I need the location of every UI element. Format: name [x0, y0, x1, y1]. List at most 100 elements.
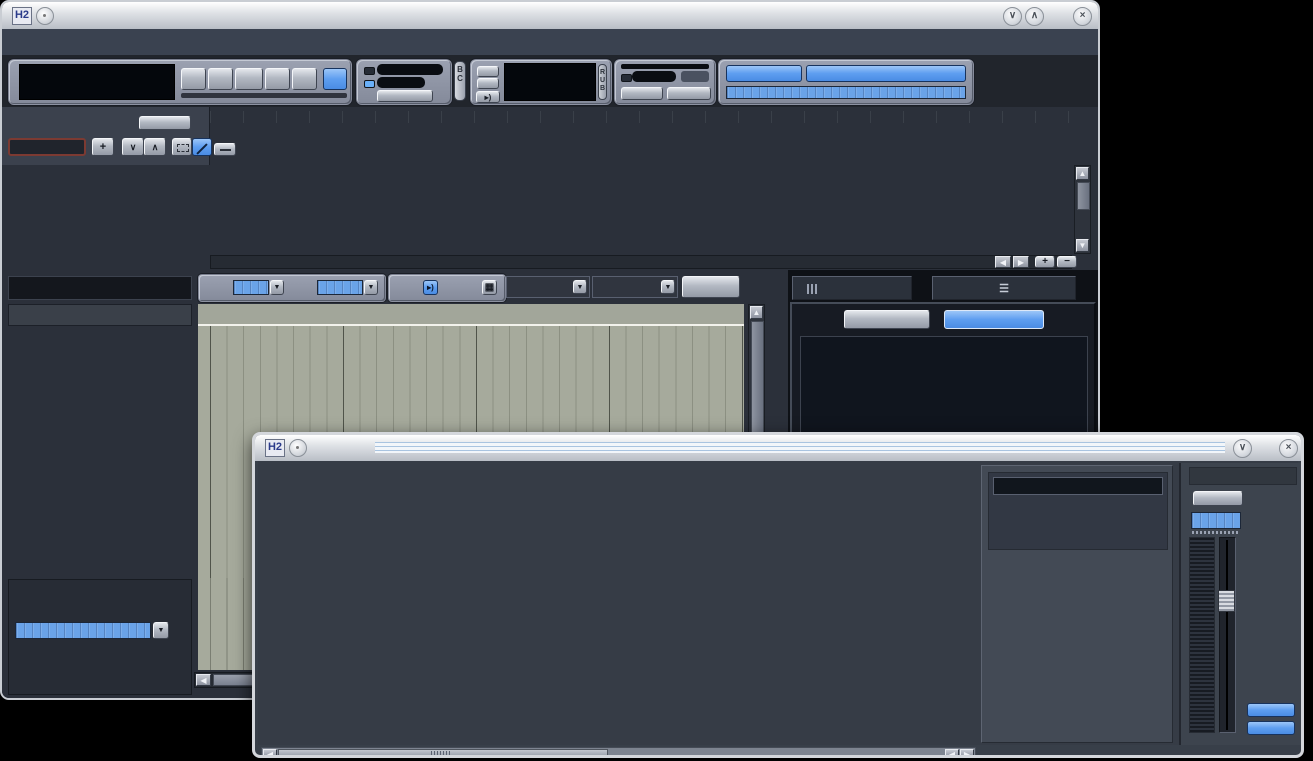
stop-button[interactable]: [265, 68, 290, 90]
size-res-panel: ▼ ▼: [198, 274, 386, 302]
pattern-scroll-left-button[interactable]: ◀: [196, 674, 211, 686]
mixer-strips: [261, 435, 976, 745]
toolbar: BC ▸) RUB: [2, 55, 1098, 107]
layer-tab-button[interactable]: [944, 310, 1044, 329]
rub-strip[interactable]: RUB: [598, 64, 607, 100]
bpm-panel: ▸) RUB: [470, 59, 612, 105]
quantize-button[interactable]: ▦: [482, 280, 497, 295]
mixer-window: H2 ∨ × ◀ ◀ ▶: [252, 432, 1304, 758]
pattern-mode-label[interactable]: [377, 64, 443, 75]
master-mute-button[interactable]: [1193, 491, 1243, 506]
master-dotted-sep: [1192, 531, 1240, 534]
velocity-panel: ▼: [8, 579, 192, 695]
hear-quant-panel: ▸) ▦: [388, 274, 506, 302]
cpu-label: [681, 71, 709, 82]
instrument-rack-toggle-button[interactable]: [806, 65, 966, 82]
song-mode-label[interactable]: [377, 77, 425, 88]
mode-panel: [356, 59, 452, 105]
play-button[interactable]: [235, 68, 263, 90]
tab-soundlibrary[interactable]: ☰: [932, 276, 1076, 300]
list-icon: ☰: [999, 283, 1009, 295]
layer-rows: [801, 356, 1087, 433]
midi-activity-bar: [621, 64, 709, 69]
song-scroll-up-button[interactable]: ▲: [1076, 167, 1089, 180]
tab-instrument[interactable]: [792, 276, 912, 300]
record-button[interactable]: [208, 68, 233, 90]
bc-strip[interactable]: BC: [454, 61, 466, 101]
pattern-mode-led: [364, 67, 375, 75]
current-pattern-name: [8, 304, 192, 326]
time-display: [19, 64, 175, 100]
maximize-button[interactable]: ∧: [1025, 7, 1044, 26]
midi-panel: [614, 59, 716, 105]
mixer-scroll-left-button[interactable]: ◀: [263, 749, 277, 758]
pattern-scroll-up-button[interactable]: ▲: [750, 306, 763, 319]
overview-tab-button[interactable]: [844, 310, 930, 329]
window-buttons-panel: [718, 59, 974, 105]
mixer-scroll-right-button[interactable]: ▶: [960, 749, 974, 758]
transport-groove: [181, 93, 347, 98]
main-titlebar[interactable]: H2 ∨ ∧ ×: [2, 2, 1098, 29]
rewind-button[interactable]: [181, 68, 206, 90]
fx-display-area: [988, 472, 1168, 550]
master-fader[interactable]: [1219, 537, 1236, 733]
bpm-timeline-button[interactable]: [139, 116, 191, 130]
mode-button[interactable]: [377, 90, 433, 102]
midi-in-led: [621, 74, 632, 82]
master-vu-meter: [1189, 537, 1215, 733]
loop-button[interactable]: [323, 68, 347, 90]
master-title: [1189, 467, 1297, 485]
res-lcd: [317, 280, 363, 295]
note-length-select[interactable]: ▼: [592, 276, 678, 298]
beat-ruler[interactable]: [198, 304, 744, 326]
metronome-button[interactable]: ▸): [476, 91, 500, 103]
song-scroll-down-button[interactable]: ▼: [1076, 239, 1089, 252]
forward-button[interactable]: [292, 68, 317, 90]
drumset-dropdown-icon[interactable]: ▼: [573, 280, 587, 294]
note-length-dropdown-icon[interactable]: ▼: [661, 280, 675, 294]
bpm-plus-button[interactable]: [477, 66, 499, 77]
jack-transport-button[interactable]: [621, 87, 663, 100]
mixer-close-button[interactable]: ×: [1279, 439, 1298, 458]
close-button[interactable]: ×: [1073, 7, 1092, 26]
app-icon: H2: [12, 7, 32, 25]
mixer-scroll-left2-button[interactable]: ◀: [945, 749, 959, 758]
layer-editor: [800, 336, 1088, 434]
master-peak-button[interactable]: [1247, 721, 1295, 735]
zoom-in-button[interactable]: +: [1035, 256, 1055, 268]
minimize-button[interactable]: ∨: [1003, 7, 1022, 26]
master-fx-button[interactable]: [1247, 703, 1295, 717]
mixer-hscroll-thumb[interactable]: [278, 749, 608, 758]
song-vscrollbar[interactable]: ▲ ▼: [1074, 165, 1091, 254]
hear-notes-button[interactable]: ▸): [423, 280, 438, 295]
status-lcd: [726, 86, 966, 99]
bpm-display: [504, 63, 596, 101]
song-vscroll-thumb[interactable]: [1077, 182, 1090, 210]
menu-bar: [2, 29, 1098, 56]
mixer-hscrollbar[interactable]: ◀ ◀ ▶: [261, 747, 976, 758]
fx-name-lcd[interactable]: [993, 477, 1163, 495]
song-hscrollbar[interactable]: ◀ ▶ + −: [210, 255, 1072, 269]
jack-master-button[interactable]: [667, 87, 711, 100]
layer-header: [801, 337, 1087, 356]
mixer-minimize-button[interactable]: ∨: [1233, 439, 1252, 458]
piano-button[interactable]: [682, 276, 740, 298]
thumb-grip: [431, 751, 451, 757]
midi-in-label: [632, 71, 676, 82]
drumset-select[interactable]: ▼: [506, 276, 590, 298]
master-volume-lcd: [1191, 512, 1241, 529]
timeline-ruler[interactable]: [2, 140, 1072, 162]
song-scroll-right-button[interactable]: ▶: [1013, 256, 1029, 268]
mixer-toggle-button[interactable]: [726, 65, 802, 82]
res-dropdown-button[interactable]: ▼: [364, 280, 378, 295]
velocity-dropdown-button[interactable]: ▼: [153, 622, 169, 639]
drumkit-name: [8, 276, 192, 300]
transport-panel: [8, 59, 352, 105]
bpm-minus-button[interactable]: [477, 78, 499, 89]
song-scroll-left-button[interactable]: ◀: [995, 256, 1011, 268]
master-fader-slot: [1226, 540, 1228, 730]
master-fader-handle[interactable]: [1218, 590, 1235, 612]
size-dropdown-button[interactable]: ▼: [270, 280, 284, 295]
zoom-out-button[interactable]: −: [1057, 256, 1077, 268]
window-menu-icon[interactable]: [36, 7, 54, 25]
